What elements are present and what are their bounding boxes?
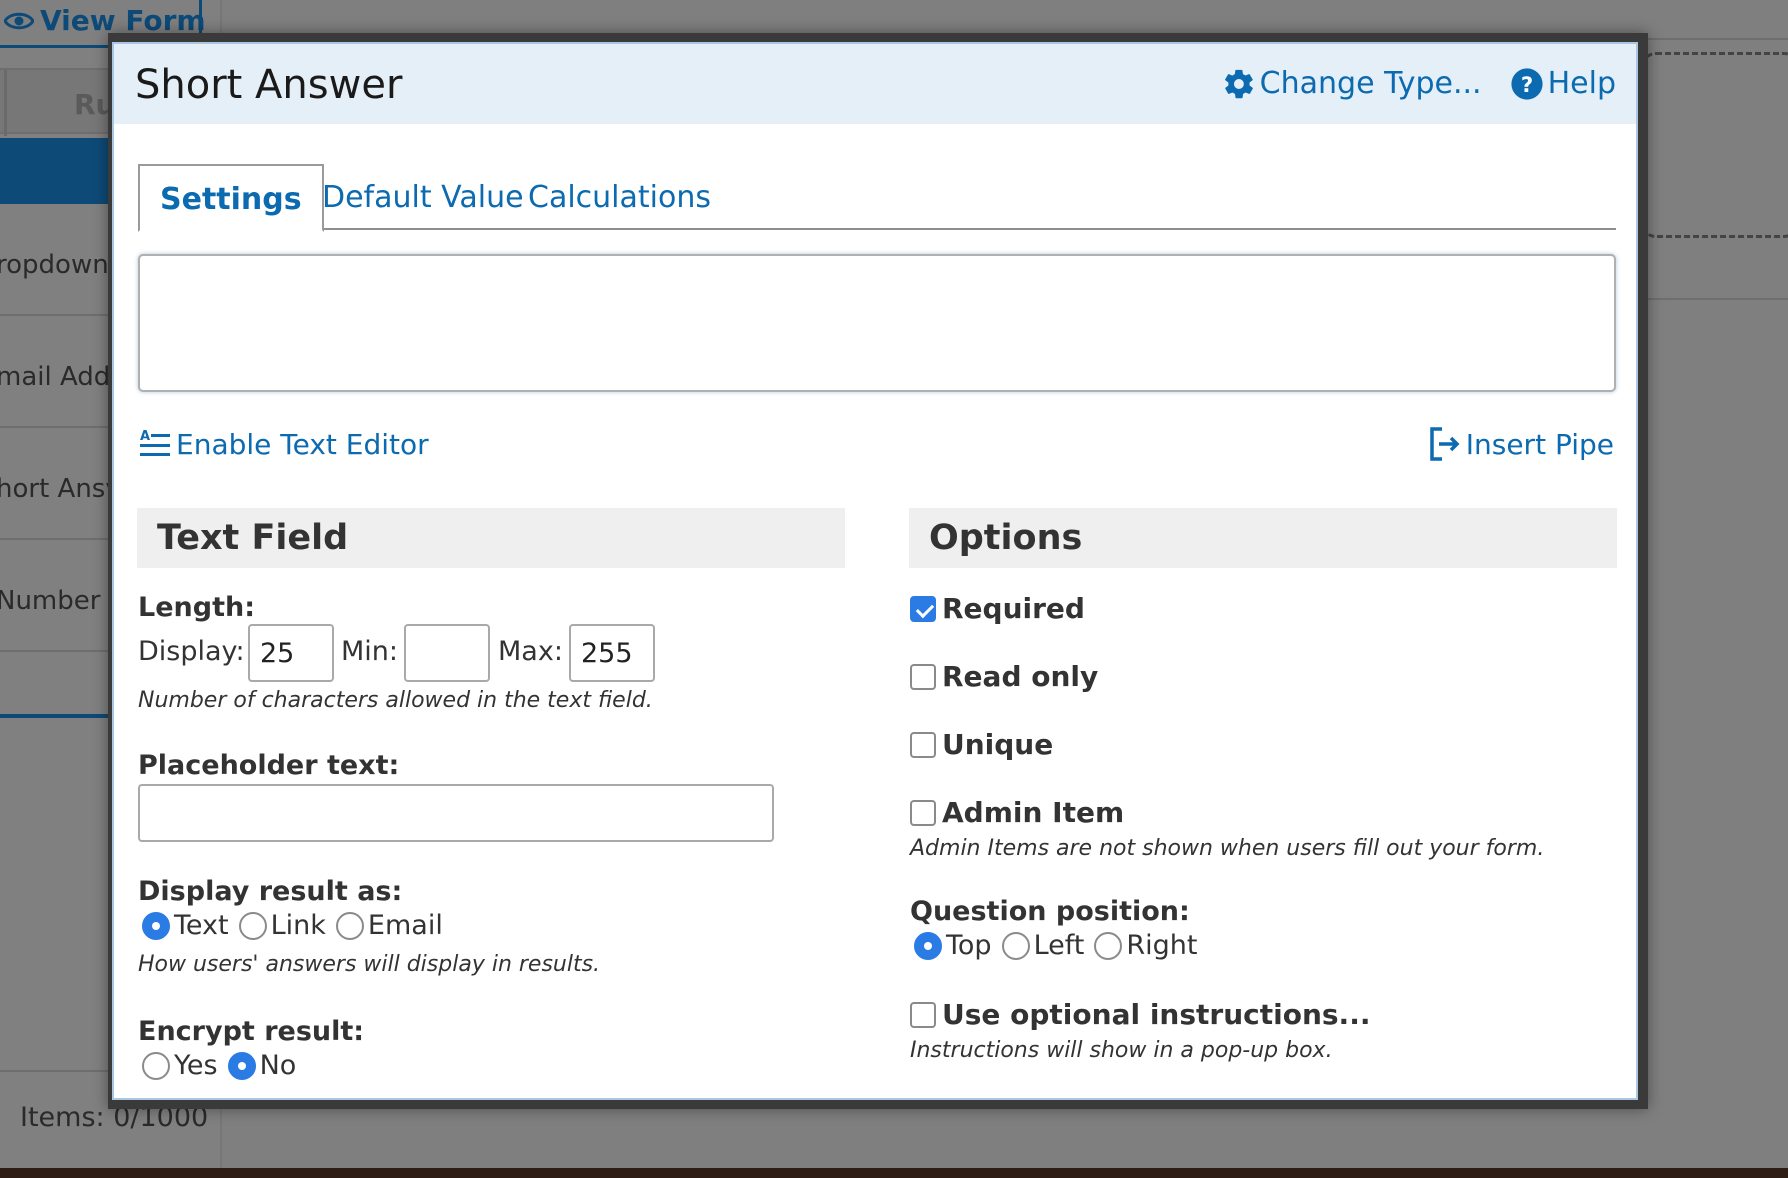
optional-instructions-checkbox[interactable]: Use optional instructions...	[910, 998, 1370, 1031]
radio-unselected	[1094, 931, 1123, 960]
bg-drop-zone	[1640, 52, 1788, 238]
min-length-input[interactable]	[404, 624, 490, 682]
radio-unselected	[238, 911, 267, 940]
position-top-radio[interactable]: Top	[910, 930, 992, 961]
encrypt-no-radio[interactable]: No	[224, 1050, 296, 1081]
radio-selected	[914, 931, 942, 960]
display-result-email-radio[interactable]: Email	[332, 910, 443, 941]
position-left-radio[interactable]: Left	[998, 930, 1084, 961]
min-label: Min:	[341, 636, 399, 667]
insert-pipe-label: Insert Pipe	[1465, 427, 1614, 461]
max-length-input[interactable]	[569, 624, 655, 682]
display-label: Display:	[138, 636, 245, 667]
dialog-title: Short Answer	[135, 62, 403, 108]
insert-pipe-link[interactable]: Insert Pipe	[1428, 426, 1614, 462]
required-checkbox[interactable]: Required	[910, 592, 1085, 625]
instructions-hint: Instructions will show in a pop-up box.	[910, 1038, 1333, 1063]
radio-unselected	[1001, 931, 1030, 960]
svg-text:?: ?	[1520, 72, 1532, 97]
display-result-link-radio[interactable]: Link	[235, 910, 326, 941]
checkbox-unchecked	[910, 799, 936, 826]
display-result-text-radio[interactable]: Text	[138, 910, 229, 941]
help-link[interactable]: ? Help	[1510, 66, 1616, 101]
read-only-checkbox[interactable]: Read only	[910, 660, 1098, 693]
display-result-radio-group: Text Link Email	[138, 910, 449, 941]
encrypt-result-label: Encrypt result:	[138, 1016, 365, 1047]
gear-icon	[1224, 69, 1253, 98]
radio-unselected	[335, 911, 364, 940]
display-result-label: Display result as:	[138, 876, 403, 907]
unique-checkbox[interactable]: Unique	[910, 728, 1053, 761]
tab-calculations[interactable]: Calculations	[508, 164, 731, 230]
eye-icon	[4, 12, 34, 29]
max-label: Max:	[498, 636, 563, 667]
enable-text-editor-link[interactable]: A Enable Text Editor	[138, 426, 429, 462]
dialog-tabs: Settings Default Value Calculations	[138, 164, 1616, 232]
checkbox-unchecked	[910, 1001, 936, 1028]
length-hint: Number of characters allowed in the text…	[138, 688, 653, 713]
enable-text-editor-label: Enable Text Editor	[176, 427, 429, 461]
display-result-hint: How users' answers will display in resul…	[138, 952, 601, 977]
options-heading: Options	[909, 508, 1617, 568]
question-position-radio-group: Top Left Right	[910, 930, 1203, 961]
position-right-radio[interactable]: Right	[1090, 930, 1197, 961]
question-text-input[interactable]	[138, 254, 1616, 392]
tab-settings[interactable]: Settings	[138, 164, 324, 232]
checkbox-checked	[910, 595, 936, 622]
change-type-link[interactable]: Change Type...	[1222, 66, 1482, 101]
encrypt-result-radio-group: Yes No	[138, 1050, 302, 1081]
placeholder-label: Placeholder text:	[138, 750, 400, 781]
change-type-label: Change Type...	[1259, 66, 1482, 101]
insert-pipe-icon	[1429, 427, 1460, 461]
display-length-input[interactable]	[248, 624, 334, 682]
checkbox-unchecked	[910, 731, 936, 758]
checkbox-unchecked	[910, 663, 936, 690]
radio-selected	[227, 1051, 256, 1080]
placeholder-text-input[interactable]	[138, 784, 774, 842]
short-answer-dialog: Short Answer Change Type... ? Help Setti…	[112, 42, 1638, 1100]
help-label: Help	[1547, 66, 1616, 101]
dialog-header: Short Answer Change Type... ? Help	[114, 44, 1636, 124]
radio-unselected	[142, 1051, 170, 1080]
admin-item-hint: Admin Items are not shown when users fil…	[910, 836, 1545, 861]
help-circle-icon: ?	[1511, 67, 1543, 100]
question-position-label: Question position:	[910, 896, 1190, 927]
radio-selected	[142, 911, 170, 940]
admin-item-checkbox[interactable]: Admin Item	[910, 796, 1124, 829]
text-editor-icon: A	[140, 429, 170, 456]
text-field-heading: Text Field	[137, 508, 845, 568]
encrypt-yes-radio[interactable]: Yes	[138, 1050, 218, 1081]
length-label: Length:	[138, 592, 255, 623]
svg-text:A: A	[140, 429, 150, 444]
